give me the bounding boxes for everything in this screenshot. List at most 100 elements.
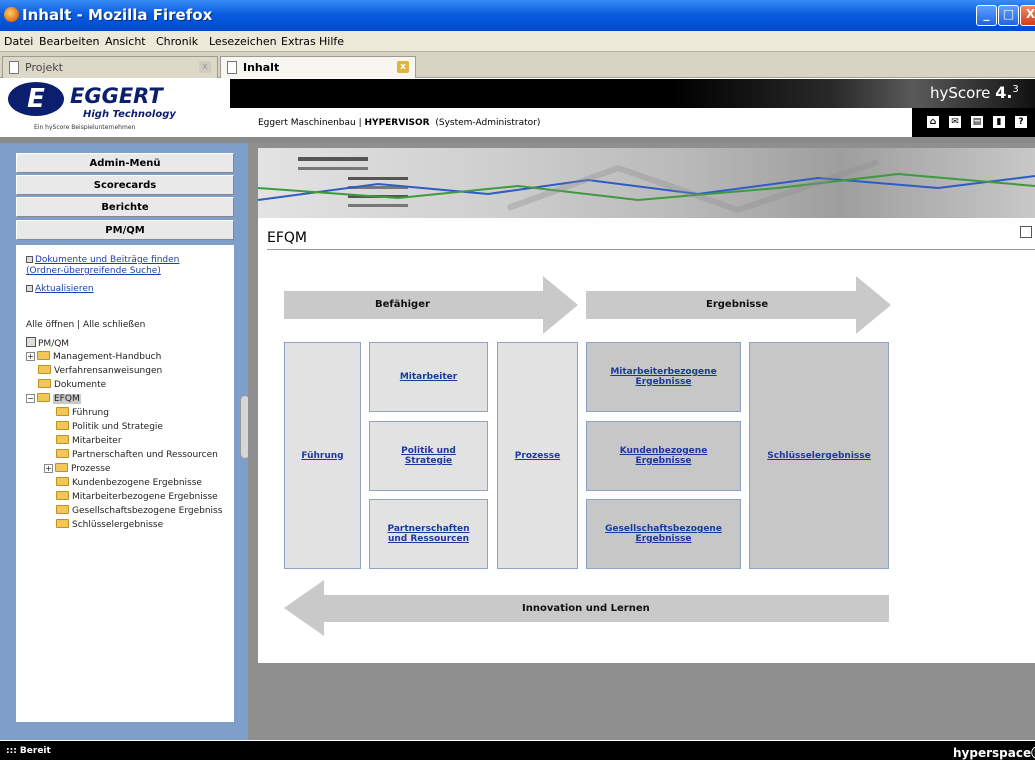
menu-ansicht[interactable]: Ansicht	[105, 35, 146, 48]
firefox-icon	[4, 7, 19, 22]
enablers-arrow-label: Befähiger	[375, 299, 430, 310]
tree-item-fuehrung[interactable]: Führung	[56, 407, 109, 418]
tree-item-mitarbeiter[interactable]: Mitarbeiter	[56, 435, 122, 446]
results-arrow-label: Ergebnisse	[706, 299, 769, 310]
tree-item-politik[interactable]: Politik und Strategie	[56, 421, 163, 432]
print-icon[interactable]: ▤	[971, 116, 983, 128]
efqm-cell-mitarbeiter[interactable]: Mitarbeiter	[369, 342, 488, 412]
tree-item-partnerschaften[interactable]: Partnerschaften und Ressourcen	[56, 449, 218, 460]
folder-icon	[56, 519, 69, 528]
search-documents-link[interactable]: Dokumente und Beiträge finden	[26, 255, 179, 265]
minimize-button[interactable]: _	[976, 5, 997, 26]
hyperspace-logo: hyperspaceⓇ	[953, 746, 1035, 760]
folder-icon	[55, 463, 68, 472]
maximize-button[interactable]: □	[998, 5, 1019, 26]
menu-bar: Datei Bearbeiten Ansicht Chronik Lesezei…	[0, 31, 1035, 51]
folder-icon	[56, 491, 69, 500]
sidebar-pmqm[interactable]: PM/QM	[16, 220, 234, 240]
tab-label: Projekt	[25, 61, 63, 74]
logo-subtitle: High Technology	[83, 109, 176, 120]
firefox-window: Inhalt - Mozilla Firefox _ □ X Datei Bea…	[0, 0, 1035, 760]
tree-item-mitarbeiterbezogene[interactable]: Mitarbeiterbezogene Ergebnisse	[56, 491, 218, 502]
page-icon	[227, 61, 237, 74]
window-titlebar: Inhalt - Mozilla Firefox _ □ X	[0, 0, 1035, 31]
book-icon[interactable]: ▮	[993, 116, 1005, 128]
tree-item-gesellschaftsbezogene[interactable]: Gesellschaftsbezogene Ergebniss	[56, 505, 222, 516]
tree-item-schluesselergebnisse[interactable]: Schlüsselergebnisse	[56, 519, 163, 530]
refresh-icon	[26, 285, 33, 292]
minimize-icon: _	[983, 7, 990, 21]
doc-icon	[26, 256, 33, 263]
folder-icon	[56, 421, 69, 430]
tree-item-kundenbezogene[interactable]: Kundenbezogene Ergebnisse	[56, 477, 202, 488]
header-image-strip	[230, 79, 1035, 108]
close-button[interactable]: X	[1020, 5, 1035, 26]
edit-icon[interactable]	[1020, 226, 1032, 238]
banner-image	[258, 148, 1035, 218]
enablers-arrow-shape	[284, 276, 578, 334]
document-tree-panel: Dokumente und Beiträge finden (Ordner-üb…	[16, 245, 234, 722]
page-title: EFQM	[267, 230, 307, 246]
status-text: ::: Bereit	[6, 746, 51, 756]
app-brand: hyScore 4.3	[930, 83, 1019, 102]
sidebar-scorecards[interactable]: Scorecards	[16, 175, 234, 195]
tree-root[interactable]: PM/QM	[26, 337, 69, 349]
refresh-link[interactable]: Aktualisieren	[26, 284, 94, 294]
efqm-cell-partnerschaften[interactable]: Partnerschaften und Ressourcen	[369, 499, 488, 569]
folder-open-icon	[37, 393, 50, 402]
tab-close-icon[interactable]: x	[199, 61, 211, 73]
logo-tagline: Ein hyScore Beispielunternehmen	[34, 124, 136, 131]
efqm-cell-schluesselergebnisse[interactable]: Schlüsselergebnisse	[749, 342, 889, 569]
menu-bearbeiten[interactable]: Bearbeiten	[39, 35, 99, 48]
expand-collapse-all[interactable]: Alle öffnen | Alle schließen	[26, 320, 145, 330]
folder-icon	[56, 407, 69, 416]
main-content: EFQM Befähiger Ergebnisse Innovation und…	[258, 148, 1035, 663]
tab-bar: Projekt x Inhalt x	[0, 51, 1035, 78]
title-divider	[267, 249, 1035, 250]
home-icon[interactable]: ⌂	[927, 116, 939, 128]
user-info: Eggert Maschinenbau | HYPERVISOR (System…	[258, 118, 541, 128]
tab-projekt[interactable]: Projekt x	[2, 56, 218, 78]
help-icon[interactable]: ?	[1015, 116, 1027, 128]
tab-inhalt[interactable]: Inhalt x	[220, 56, 416, 78]
sidebar-berichte[interactable]: Berichte	[16, 197, 234, 217]
close-icon: X	[1025, 7, 1035, 21]
folder-icon	[56, 449, 69, 458]
folder-icon	[38, 379, 51, 388]
sidebar-admin-menu[interactable]: Admin-Menü	[16, 153, 234, 173]
efqm-cell-mitarbeiterbezogene[interactable]: Mitarbeiterbezogene Ergebnisse	[586, 342, 741, 412]
efqm-cell-fuehrung[interactable]: Führung	[284, 342, 361, 569]
tab-close-icon[interactable]: x	[397, 61, 409, 73]
search-documents-link-sub[interactable]: (Ordner-übergreifende Suche)	[26, 266, 161, 276]
tab-label: Inhalt	[243, 61, 280, 74]
window-title: Inhalt - Mozilla Firefox	[22, 6, 213, 24]
menu-hilfe[interactable]: Hilfe	[319, 35, 344, 48]
maximize-icon: □	[1002, 7, 1015, 21]
tree-item-management-handbuch[interactable]: + Management-Handbuch	[26, 351, 161, 362]
efqm-cell-kundenbezogene[interactable]: Kundenbezogene Ergebnisse	[586, 421, 741, 491]
menu-lesezeichen[interactable]: Lesezeichen	[209, 35, 277, 48]
menu-datei[interactable]: Datei	[4, 35, 33, 48]
mail-icon[interactable]: ✉	[949, 116, 961, 128]
folder-icon	[37, 351, 50, 360]
folder-icon	[38, 365, 51, 374]
tree-item-dokumente[interactable]: Dokumente	[38, 379, 106, 390]
folder-icon	[56, 505, 69, 514]
efqm-cell-prozesse[interactable]: Prozesse	[497, 342, 578, 569]
app-header: hyScore 4.3 E EGGERT High Technology Ein…	[0, 79, 1035, 143]
efqm-cell-politik[interactable]: Politik und Strategie	[369, 421, 488, 491]
logo-name: EGGERT	[70, 84, 163, 108]
efqm-cell-gesellschaftsbezogene[interactable]: Gesellschaftsbezogene Ergebnisse	[586, 499, 741, 569]
folder-icon	[56, 477, 69, 486]
header-nav: ⌂ ✉ ▤ ▮ ?	[912, 108, 1035, 137]
tree-item-efqm[interactable]: − EFQM	[26, 393, 81, 404]
tree-item-prozesse[interactable]: + Prozesse	[44, 463, 110, 474]
status-bar: ::: Bereit hyperspaceⓇ	[0, 741, 1035, 760]
page-icon	[9, 61, 19, 74]
innovation-arrow-label: Innovation und Lernen	[522, 603, 650, 614]
folder-icon	[56, 435, 69, 444]
tree-item-verfahrensanweisungen[interactable]: Verfahrensanweisungen	[38, 365, 162, 376]
pmqm-icon	[26, 337, 36, 347]
menu-extras[interactable]: Extras	[281, 35, 316, 48]
menu-chronik[interactable]: Chronik	[156, 35, 198, 48]
